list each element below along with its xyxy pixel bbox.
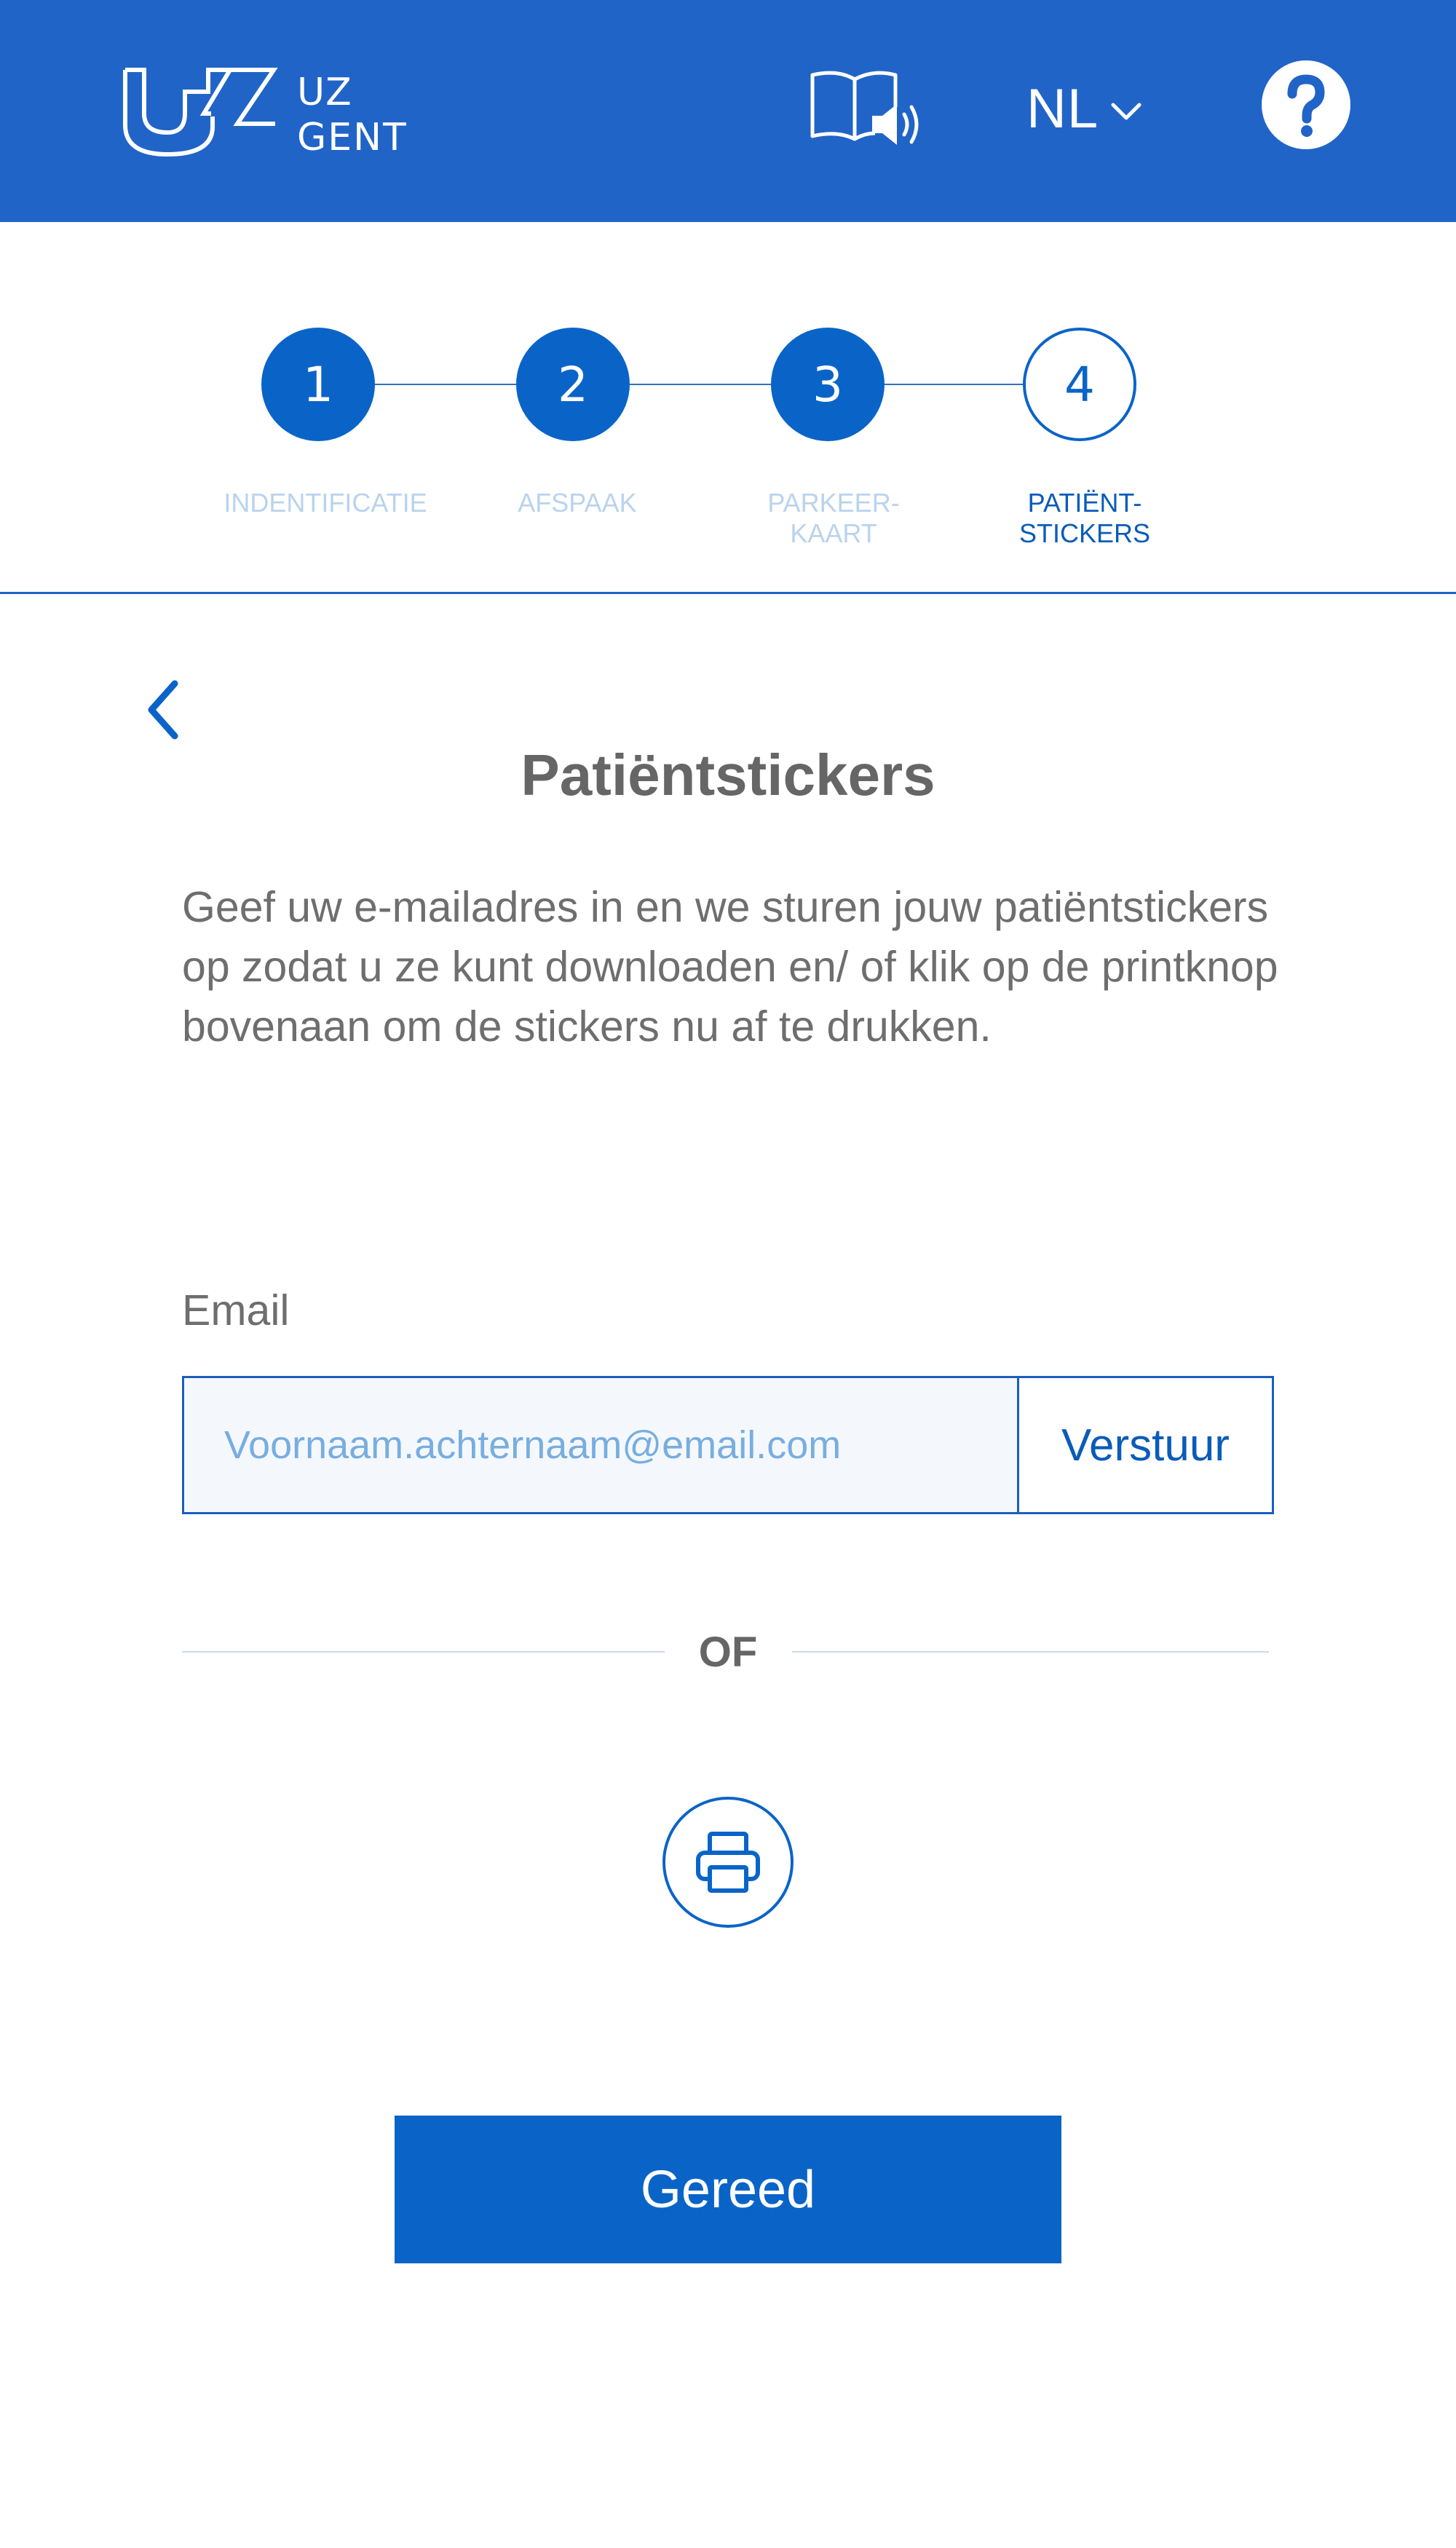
email-label: Email [182,1286,290,1334]
uz-logo-mark-icon [123,68,278,157]
step-2-label: AFSPAAK [518,488,637,518]
step-2-circle: 2 [516,328,630,441]
progress-stepper: 1 2 3 4 INDENTIFICATIE AFSPAAK PARKEER- … [0,222,1456,594]
stepper-divider [0,592,1456,594]
language-selector[interactable]: NL [1026,73,1142,146]
step-4-label: PATIËNT- STICKERS [1018,488,1151,548]
done-button[interactable]: Gereed [395,2116,1061,2263]
language-label: NL [1026,78,1099,140]
step-1-label: INDENTIFICATIE [223,488,427,518]
step-connector [630,384,771,385]
help-button[interactable] [1262,60,1350,149]
read-aloud-button[interactable] [808,69,925,153]
step-connector [885,384,1026,385]
logo-line-gent: GENT [297,116,408,159]
or-separator-label: OF [698,1629,758,1676]
step-4-number: 4 [1064,356,1095,413]
printer-icon [696,1832,760,1893]
step-3-number: 3 [812,356,843,413]
step-4-circle: 4 [1023,328,1136,441]
email-form: Verstuur [182,1376,1274,1514]
or-divider-right [792,1651,1269,1653]
send-button[interactable]: Verstuur [1017,1378,1272,1512]
step-1-circle: 1 [261,328,375,441]
back-button[interactable] [138,673,189,746]
book-speaker-icon [810,71,919,145]
or-divider-left [182,1651,665,1653]
instruction-text: Geef uw e-mailadres in en we sturen jouw… [182,883,1278,1051]
step-1-number: 1 [303,356,333,413]
print-button[interactable] [662,1797,794,1928]
step-connector [375,384,516,385]
question-mark-icon [1262,60,1350,149]
chevron-down-icon [1111,103,1142,120]
uz-gent-logo: UZ GENT [122,66,406,160]
email-input[interactable] [184,1378,1017,1512]
step-3-circle: 3 [771,328,885,441]
app-header: UZ GENT NL [0,0,1456,222]
page-title: Patiëntstickers [521,743,935,807]
chevron-left-icon [148,680,178,740]
step-2-number: 2 [558,356,588,413]
step-3-label: PARKEER- KAART [767,488,900,548]
logo-line-uz: UZ [297,71,353,114]
logo-text: UZ GENT [297,70,408,160]
